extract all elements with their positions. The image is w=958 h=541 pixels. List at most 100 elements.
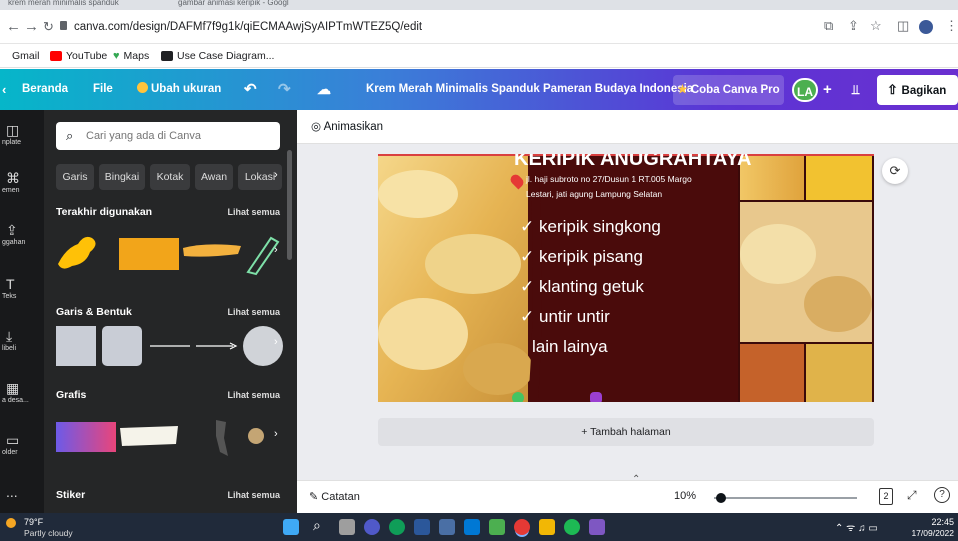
spotify-icon[interactable] <box>564 519 580 535</box>
fullscreen-icon[interactable]: ⤢ <box>907 488 917 503</box>
rail-label: emen <box>2 187 20 194</box>
lock-icon <box>60 21 67 30</box>
bookmark-youtube[interactable]: YouTube <box>50 49 107 63</box>
translate-icon[interactable]: ⧉ <box>824 18 833 34</box>
teams-icon[interactable] <box>364 519 380 535</box>
zoom-slider-thumb[interactable] <box>716 493 727 503</box>
regenerate-icon[interactable]: ⟳ <box>882 158 908 184</box>
reload-icon[interactable]: ↻ <box>43 18 54 36</box>
notes-button[interactable]: ✎ Catatan <box>309 490 360 503</box>
animate-button[interactable]: ◎ Animasikan <box>311 119 383 133</box>
search-input[interactable] <box>86 126 271 146</box>
chip-bingkai[interactable]: Bingkai <box>99 164 145 190</box>
see-all-lines[interactable]: Lihat semua <box>227 307 280 317</box>
photo-tile <box>740 344 804 402</box>
add-user-icon[interactable]: + <box>823 69 832 110</box>
page-count-button[interactable]: 2 <box>879 488 893 505</box>
forward-icon[interactable]: → <box>24 18 39 36</box>
insights-icon[interactable]: ⫫ <box>852 69 859 110</box>
share-button[interactable]: ⇧ Bagikan <box>877 75 958 105</box>
mail-icon[interactable] <box>464 519 480 535</box>
try-pro-label: Coba Canva Pro <box>690 84 780 96</box>
editor-header: ‹ Beranda File Ubah ukuran ↶ ↷ ☁ Krem Me… <box>0 69 958 110</box>
rail-item-folder[interactable]: ▭ older <box>0 432 44 457</box>
see-all-graphics[interactable]: Lihat semua <box>227 390 280 400</box>
recent-elements <box>58 236 280 276</box>
chip-garis[interactable]: Garis <box>56 164 94 190</box>
windows-start-icon[interactable] <box>283 519 299 535</box>
rail-item-text[interactable]: T Teks <box>0 276 44 301</box>
menu-dots-icon[interactable]: ⋮ <box>945 18 958 34</box>
sidebar-icon[interactable]: ◫ <box>897 18 909 34</box>
chevron-right-icon[interactable]: › <box>274 169 278 181</box>
design-title[interactable]: Krem Merah Minimalis Spanduk Pameran Bud… <box>366 69 693 110</box>
chip-kotak[interactable]: Kotak <box>150 164 190 190</box>
edge-icon[interactable] <box>389 519 405 535</box>
cloud-saved-icon[interactable]: ☁ <box>317 69 331 110</box>
canvas-workspace: ◎ Animasikan KERIPIK ANUGRAHTAYA jl. haj… <box>297 110 958 513</box>
context-toolbar: ◎ Animasikan <box>297 110 958 144</box>
zoom-value[interactable]: 10% <box>674 490 696 502</box>
diagram-icon <box>161 51 173 61</box>
rail-item-template[interactable]: ◫ nplate <box>0 122 44 147</box>
star-icon[interactable]: ☆ <box>870 18 882 34</box>
help-icon[interactable]: ? <box>934 487 950 503</box>
elements-panel: ⌕ Garis Bingkai Kotak Awan Lokasi › Tera… <box>44 110 297 513</box>
undo-icon[interactable]: ↶ <box>244 69 257 110</box>
notes-label: Catatan <box>321 491 360 503</box>
url-field[interactable]: canva.com/design/DAFMf7f9g1k/qiECMAAwjSy… <box>74 19 422 35</box>
chevron-right-icon[interactable]: › <box>274 428 278 440</box>
chevron-right-icon[interactable]: › <box>274 244 278 256</box>
chip-awan[interactable]: Awan <box>195 164 233 190</box>
product-item: ✓ klanting getuk <box>520 272 661 302</box>
photo-tile <box>806 344 872 402</box>
word-icon[interactable] <box>414 519 430 535</box>
check-icon: ✓ <box>520 217 535 236</box>
photos-icon[interactable] <box>489 519 505 535</box>
back-icon[interactable]: ← <box>6 18 21 36</box>
clock-date[interactable]: 17/09/2022 <box>898 528 954 538</box>
rail-item-purchased[interactable]: ⤓ libeli <box>0 328 44 353</box>
add-page-button[interactable]: + Tambah halaman <box>378 418 874 446</box>
redo-icon[interactable]: ↷ <box>278 69 291 110</box>
share-page-icon[interactable]: ⇪ <box>848 18 859 34</box>
resize-button[interactable]: Ubah ukuran <box>137 69 221 110</box>
profile-avatar[interactable] <box>919 20 933 34</box>
rail-item-uploads[interactable]: ⇪ ggahan <box>0 222 44 247</box>
home-button[interactable]: Beranda <box>22 69 68 110</box>
bookmark-maps[interactable]: ♥ Maps <box>113 49 149 63</box>
clock-time[interactable]: 22:45 <box>918 517 954 527</box>
browser-tab[interactable]: krem merah minimalis spanduk <box>8 0 158 10</box>
paper-tear-graphic <box>120 426 178 446</box>
try-pro-button[interactable]: ★ Coba Canva Pro <box>673 75 784 105</box>
calculator-icon[interactable] <box>439 519 455 535</box>
template-icon: ◫ <box>6 122 20 138</box>
file-explorer-icon[interactable] <box>539 519 555 535</box>
chevron-right-icon[interactable]: › <box>274 336 278 348</box>
address-bar-row: ← → ↻ canva.com/design/DAFMf7f9g1k/qiECM… <box>0 10 958 44</box>
app-icon[interactable] <box>589 519 605 535</box>
search-icon[interactable]: ⌕ <box>313 517 321 534</box>
search-box[interactable]: ⌕ <box>56 122 280 150</box>
file-menu-button[interactable]: File <box>93 69 113 110</box>
design-product-list: ✓ keripik singkong ✓ keripik pisang ✓ kl… <box>520 212 661 362</box>
task-view-icon[interactable] <box>339 519 355 535</box>
bookmark-gmail[interactable]: Gmail <box>12 49 39 63</box>
chrome-icon[interactable] <box>514 519 530 535</box>
bookmark-use-case[interactable]: Use Case Diagram... <box>161 49 274 63</box>
see-all-recent[interactable]: Lihat semua <box>227 207 280 217</box>
rail-item-apps[interactable]: ▦ a desa... <box>0 380 44 405</box>
weather-temp[interactable]: 79°F <box>24 517 43 527</box>
zoom-slider-track[interactable] <box>714 497 857 499</box>
tray-icons[interactable]: ⌃ ᯤ ♫ ▭ <box>835 520 878 534</box>
rail-item-elements[interactable]: ⌘ emen <box>0 170 44 195</box>
design-page[interactable]: KERIPIK ANUGRAHTAYA jl. haji subroto no … <box>378 154 874 402</box>
browser-tab[interactable]: gambar animasi keripik - Googl <box>178 0 328 10</box>
avatar[interactable]: LA <box>792 78 818 102</box>
chevron-left-icon[interactable]: ‹ <box>2 69 6 110</box>
rail-item-more[interactable]: ... <box>0 484 44 500</box>
see-all-stickers[interactable]: Lihat semua <box>227 490 280 500</box>
brush-stroke-element <box>183 244 241 257</box>
section-recent-title: Terakhir digunakan <box>56 206 153 218</box>
animate-label: Animasikan <box>323 121 384 133</box>
